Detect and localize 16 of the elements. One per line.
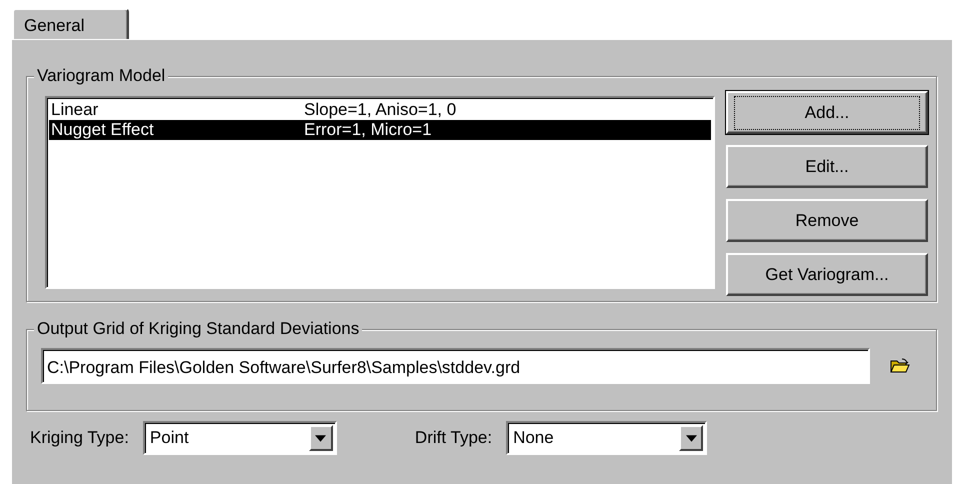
folder-icon[interactable] (890, 358, 910, 374)
group-title: Output Grid of Kriging Standard Deviations (34, 319, 362, 339)
model-list[interactable]: Linear Slope=1, Aniso=1, 0 Nugget Effect Error=1, Micro=1 (45, 96, 715, 289)
dialog-button[interactable]: Remove (726, 199, 928, 242)
dialog-button[interactable]: Edit... (726, 145, 928, 188)
group-title: Variogram Model (34, 66, 168, 86)
field-label: Drift Type: (414, 428, 492, 448)
dialog-button[interactable]: Add... (726, 91, 928, 134)
list-row[interactable]: Nugget Effect Error=1, Micro=1 (49, 120, 711, 140)
list-row[interactable]: Linear Slope=1, Aniso=1, 0 (49, 100, 711, 120)
dialog-button[interactable]: Get Variogram... (726, 253, 928, 296)
field-label: Kriging Type: (30, 428, 129, 448)
tab[interactable]: General (12, 8, 129, 39)
dropdown[interactable]: None (506, 421, 708, 455)
dropdown[interactable]: Point (142, 421, 337, 455)
path-field[interactable]: C:\Program Files\Golden Software\Surfer8\Samples\stddev.grd (41, 348, 870, 384)
